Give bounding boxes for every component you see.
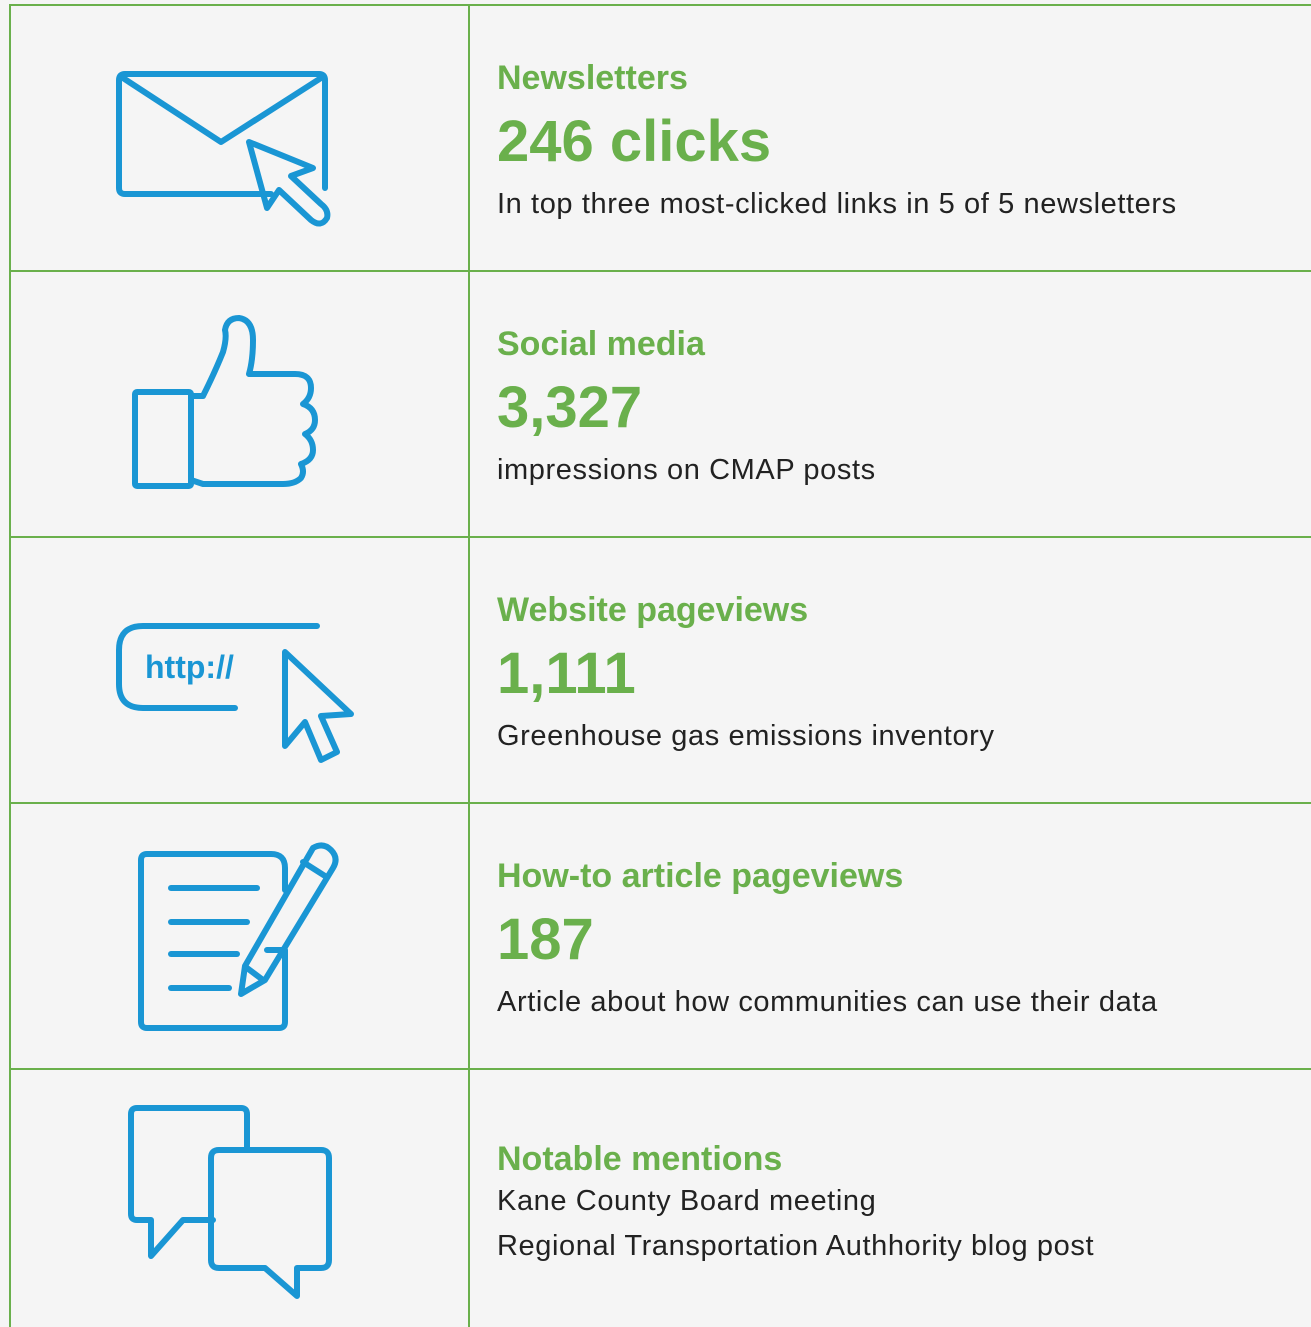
url-cursor-icon: http:// — [116, 623, 354, 763]
table-column-divider — [468, 4, 470, 1327]
metric-description: impressions on CMAP posts — [497, 454, 876, 486]
metric-row-website-pageviews: http:// Website pageviews 1,111 Greenhou… — [9, 536, 1311, 804]
envelope-cursor-icon — [116, 71, 331, 227]
metric-value: 187 — [497, 907, 594, 972]
metric-row-social-media: Social media 3,327 impressions on CMAP p… — [9, 270, 1311, 538]
metric-heading: How-to article pageviews — [497, 857, 904, 895]
text-cell: Website pageviews 1,111 Greenhouse gas e… — [497, 538, 1311, 804]
thumbs-up-icon — [132, 315, 318, 489]
table-border-left — [9, 4, 11, 1327]
text-cell: Newsletters 246 clicks In top three most… — [497, 6, 1311, 272]
metric-heading: Notable mentions — [497, 1140, 783, 1178]
icon-cell: http:// — [9, 538, 468, 804]
mention-item: Kane County Board meeting — [497, 1185, 877, 1217]
document-pencil-icon — [138, 842, 339, 1031]
metric-row-notable-mentions: Notable mentions Kane County Board meeti… — [9, 1068, 1311, 1327]
metric-row-how-to-article: How-to article pageviews 187 Article abo… — [9, 802, 1311, 1070]
icon-cell — [9, 6, 468, 272]
metrics-table: Newsletters 246 clicks In top three most… — [0, 0, 1311, 1327]
icon-cell — [9, 1070, 468, 1327]
metric-heading: Newsletters — [497, 59, 688, 97]
metric-description: Greenhouse gas emissions inventory — [497, 720, 995, 752]
metric-description: In top three most-clicked links in 5 of … — [497, 188, 1177, 220]
icon-cell — [9, 272, 468, 538]
mention-item: Regional Transportation Authhority blog … — [497, 1230, 1095, 1262]
metric-heading: Website pageviews — [497, 591, 809, 629]
icon-cell — [9, 804, 468, 1070]
metric-value: 1,111 — [497, 641, 636, 706]
metric-description: Article about how communities can use th… — [497, 986, 1158, 1018]
text-cell: Notable mentions Kane County Board meeti… — [497, 1070, 1311, 1327]
metric-value: 246 clicks — [497, 109, 772, 174]
metric-heading: Social media — [497, 325, 705, 363]
metric-value: 3,327 — [497, 375, 643, 440]
url-text: http:// — [145, 649, 234, 685]
speech-bubbles-icon — [128, 1105, 332, 1299]
text-cell: How-to article pageviews 187 Article abo… — [497, 804, 1311, 1070]
metric-row-newsletters: Newsletters 246 clicks In top three most… — [9, 4, 1311, 272]
text-cell: Social media 3,327 impressions on CMAP p… — [497, 272, 1311, 538]
